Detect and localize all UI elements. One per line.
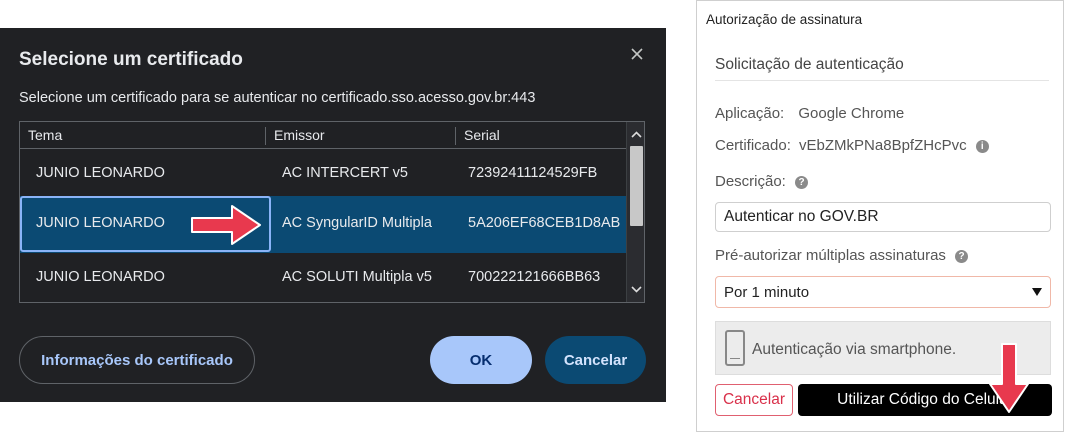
table-scrollbar[interactable] xyxy=(626,122,644,302)
cell-emissor: AC SyngularID Multipla xyxy=(282,215,432,231)
signature-authorization-window: Autorização de assinatura Solicitação de… xyxy=(696,0,1064,432)
table-row-selected[interactable]: JUNIO LEONARDO AC SyngularID Multipla 5A… xyxy=(20,196,626,253)
dialog-subtitle: Selecione um certificado para se autenti… xyxy=(19,90,536,106)
smartphone-auth-label: Autenticação via smartphone. xyxy=(752,341,957,358)
aplicacao-row: Aplicação: Google Chrome xyxy=(715,105,904,122)
cell-emissor: AC SOLUTI Multipla v5 xyxy=(282,269,432,285)
info-icon[interactable]: i xyxy=(975,140,989,153)
annotation-arrow-down-icon xyxy=(989,343,1029,413)
cell-emissor: AC INTERCERT v5 xyxy=(282,165,408,181)
preauth-duration-select[interactable]: Por 1 minuto xyxy=(715,276,1051,308)
preauth-row: Pré-autorizar múltiplas assinaturas ? xyxy=(715,247,969,264)
cell-serial: 700222121666BB63 xyxy=(468,269,601,285)
certificate-table: Tema Emissor Serial JUNIO LEONARDO AC IN… xyxy=(19,121,645,303)
certificado-label: Certificado: xyxy=(715,137,791,154)
authentication-panel: Solicitação de autenticação Aplicação: G… xyxy=(706,34,1052,426)
certificate-info-button[interactable]: Informações do certificado xyxy=(19,336,255,384)
dialog-title: Selecione um certificado xyxy=(19,49,243,70)
descricao-label: Descrição: xyxy=(715,173,786,190)
cell-serial: 72392411124529FB xyxy=(468,165,598,181)
scrollbar-thumb[interactable] xyxy=(630,146,643,226)
cell-serial: 5A206EF68CEB1D8AB xyxy=(468,215,621,231)
cancel-button[interactable]: Cancelar xyxy=(545,336,646,384)
smartphone-icon xyxy=(725,330,745,366)
cell-tema: JUNIO LEONARDO xyxy=(36,165,165,181)
divider xyxy=(715,80,1049,81)
table-row[interactable]: JUNIO LEONARDO AC INTERCERT v5 723924111… xyxy=(20,149,626,199)
aplicacao-value: Google Chrome xyxy=(798,105,905,122)
close-icon[interactable] xyxy=(628,45,646,63)
certificado-row: Certificado: vEbZMkPNa8BpfZHcPvc i xyxy=(715,137,989,154)
cell-tema: JUNIO LEONARDO xyxy=(36,269,165,285)
select-value: Por 1 minuto xyxy=(724,284,810,301)
cancel-button[interactable]: Cancelar xyxy=(715,384,793,416)
help-icon[interactable]: ? xyxy=(795,176,809,189)
chevron-down-icon xyxy=(1032,288,1042,296)
ok-button[interactable]: OK xyxy=(430,336,532,384)
window-title: Autorização de assinatura xyxy=(706,12,863,27)
scroll-up-icon[interactable] xyxy=(627,126,644,144)
certificate-dialog: Selecione um certificado Selecione um ce… xyxy=(0,28,666,402)
descricao-input[interactable]: Autenticar no GOV.BR xyxy=(715,202,1051,232)
descricao-row: Descrição: ? xyxy=(715,173,809,190)
cell-tema: JUNIO LEONARDO xyxy=(36,215,165,231)
table-header: Tema Emissor Serial xyxy=(20,122,626,149)
panel-title: Solicitação de autenticação xyxy=(715,56,904,73)
annotation-arrow-right-icon xyxy=(191,205,261,245)
column-header-emissor[interactable]: Emissor xyxy=(265,127,455,145)
column-header-tema[interactable]: Tema xyxy=(20,127,265,145)
scroll-down-icon[interactable] xyxy=(627,280,644,298)
certificado-value: vEbZMkPNa8BpfZHcPvc xyxy=(799,137,967,154)
aplicacao-label: Aplicação: xyxy=(715,105,785,122)
table-row[interactable]: JUNIO LEONARDO AC SOLUTI Multipla v5 700… xyxy=(20,253,626,302)
preauth-label: Pré-autorizar múltiplas assinaturas xyxy=(715,247,946,264)
column-header-serial[interactable]: Serial xyxy=(455,127,626,145)
help-icon[interactable]: ? xyxy=(955,250,969,263)
